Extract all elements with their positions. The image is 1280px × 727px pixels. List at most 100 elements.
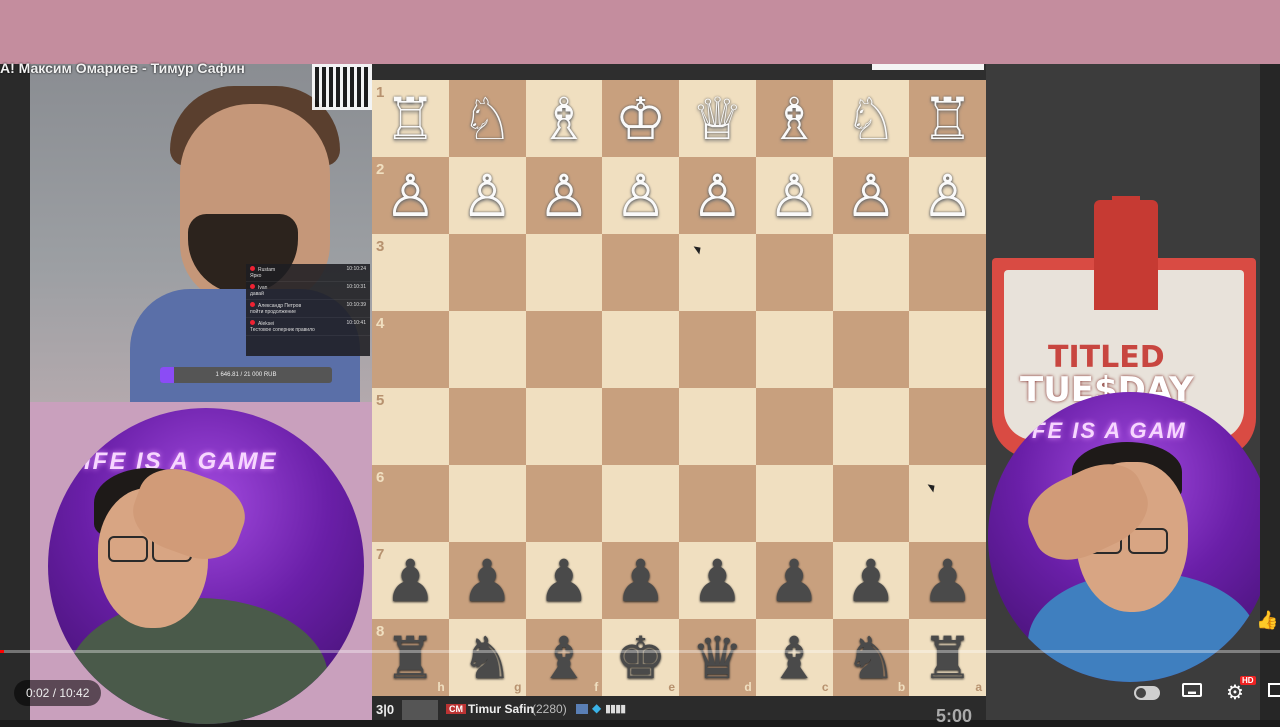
board-square[interactable]: ♙	[602, 157, 679, 234]
white-queen-icon[interactable]: ♕	[691, 90, 743, 148]
black-pawn-icon[interactable]: ♟	[461, 552, 513, 610]
white-pawn-icon[interactable]: ♙	[845, 167, 897, 225]
board-square[interactable]: ♟	[525, 542, 603, 619]
board-square[interactable]	[909, 465, 986, 542]
white-pawn-icon[interactable]: ♙	[384, 167, 436, 225]
board-square[interactable]	[602, 311, 679, 388]
board-square[interactable]: b ♞	[832, 619, 910, 696]
black-king-icon[interactable]: ♚	[615, 629, 667, 687]
board-square[interactable]: ♟	[909, 542, 986, 619]
board-square[interactable]: f ♝	[525, 619, 603, 696]
board-square[interactable]	[832, 234, 910, 311]
white-bishop-icon[interactable]: ♗	[768, 90, 820, 148]
chess-board[interactable]: 1 ♖ ♘ ♗ ♔ ♕ ♗ ♘ ♖ 2 ♙ ♙ ♙ ♙ ♙ ♙ ♙ ♙ 3 4 5 6 7 ♟ ♟ ♟ ♟ ♟ ♟ ♟ ♟ 8 h ♜ g ♞ f ♝ e ♚…	[372, 80, 986, 696]
board-square[interactable]	[832, 311, 910, 388]
black-bishop-icon[interactable]: ♝	[538, 629, 590, 687]
white-rook-icon[interactable]: ♖	[384, 90, 436, 148]
black-pawn-icon[interactable]: ♟	[615, 552, 667, 610]
board-square[interactable]	[448, 311, 526, 388]
board-square[interactable]: ♙	[679, 157, 756, 234]
board-square[interactable]: ♟	[755, 542, 833, 619]
board-square[interactable]: ♘	[832, 80, 910, 157]
board-square[interactable]	[602, 388, 679, 465]
board-square[interactable]: 8 h ♜	[372, 619, 449, 696]
black-bishop-icon[interactable]: ♝	[768, 629, 820, 687]
board-square[interactable]: ♙	[448, 157, 526, 234]
board-square[interactable]: d ♛	[679, 619, 756, 696]
black-knight-icon[interactable]: ♞	[845, 629, 897, 687]
board-square[interactable]	[602, 234, 679, 311]
black-rook-icon[interactable]: ♜	[384, 629, 436, 687]
board-square[interactable]: a ♜	[909, 619, 986, 696]
player-name[interactable]: Timur Safin	[468, 702, 534, 716]
board-square[interactable]: ♗	[525, 80, 603, 157]
board-square[interactable]: ♟	[602, 542, 679, 619]
board-square[interactable]: ♗	[755, 80, 833, 157]
board-square[interactable]	[755, 465, 833, 542]
video-progress-bar[interactable]	[0, 650, 1280, 653]
board-square[interactable]: ♕	[679, 80, 756, 157]
board-square[interactable]	[448, 388, 526, 465]
board-square[interactable]: ♙	[755, 157, 833, 234]
white-knight-icon[interactable]: ♘	[845, 90, 897, 148]
board-square[interactable]: e ♚	[602, 619, 679, 696]
board-square[interactable]	[909, 234, 986, 311]
board-square[interactable]: ♟	[448, 542, 526, 619]
board-square[interactable]: 3	[372, 234, 449, 311]
black-rook-icon[interactable]: ♜	[922, 629, 974, 687]
board-square[interactable]	[755, 311, 833, 388]
board-square[interactable]: ♙	[525, 157, 603, 234]
subtitles-icon[interactable]: ▬	[1182, 683, 1202, 697]
board-square[interactable]	[525, 311, 603, 388]
board-square[interactable]	[832, 388, 910, 465]
board-square[interactable]: 7 ♟	[372, 542, 449, 619]
board-square[interactable]	[525, 388, 603, 465]
autoplay-toggle[interactable]	[1134, 686, 1160, 700]
white-pawn-icon[interactable]: ♙	[768, 167, 820, 225]
miniplayer-icon[interactable]	[1268, 683, 1280, 697]
board-square[interactable]	[679, 465, 756, 542]
board-square[interactable]: g ♞	[448, 619, 526, 696]
board-square[interactable]: ♙	[832, 157, 910, 234]
board-square[interactable]	[448, 234, 526, 311]
board-square[interactable]	[525, 465, 603, 542]
board-square[interactable]	[679, 234, 756, 311]
board-square[interactable]	[679, 388, 756, 465]
board-square[interactable]: 2 ♙	[372, 157, 449, 234]
white-knight-icon[interactable]: ♘	[461, 90, 513, 148]
board-square[interactable]: 5	[372, 388, 449, 465]
black-pawn-icon[interactable]: ♟	[691, 552, 743, 610]
white-pawn-icon[interactable]: ♙	[691, 167, 743, 225]
board-square[interactable]: ♘	[448, 80, 526, 157]
like-icon[interactable]: 👍	[1256, 610, 1278, 631]
board-square[interactable]	[832, 465, 910, 542]
black-pawn-icon[interactable]: ♟	[845, 552, 897, 610]
white-pawn-icon[interactable]: ♙	[922, 167, 974, 225]
board-square[interactable]: ♟	[832, 542, 910, 619]
black-pawn-icon[interactable]: ♟	[538, 552, 590, 610]
board-square[interactable]	[755, 388, 833, 465]
board-square[interactable]: 1 ♖	[372, 80, 449, 157]
board-square[interactable]: ♟	[679, 542, 756, 619]
board-square[interactable]: c ♝	[755, 619, 833, 696]
board-square[interactable]	[602, 465, 679, 542]
white-pawn-icon[interactable]: ♙	[538, 167, 590, 225]
board-square[interactable]	[679, 311, 756, 388]
black-pawn-icon[interactable]: ♟	[922, 552, 974, 610]
board-square[interactable]: ♙	[909, 157, 986, 234]
white-rook-icon[interactable]: ♖	[922, 90, 974, 148]
white-king-icon[interactable]: ♔	[615, 90, 667, 148]
black-knight-icon[interactable]: ♞	[461, 629, 513, 687]
board-square[interactable]: 4	[372, 311, 449, 388]
board-square[interactable]	[755, 234, 833, 311]
black-pawn-icon[interactable]: ♟	[384, 552, 436, 610]
board-square[interactable]	[909, 388, 986, 465]
board-square[interactable]: ♖	[909, 80, 986, 157]
black-queen-icon[interactable]: ♛	[691, 629, 743, 687]
board-square[interactable]: ♔	[602, 80, 679, 157]
white-pawn-icon[interactable]: ♙	[461, 167, 513, 225]
board-square[interactable]	[909, 311, 986, 388]
board-square[interactable]	[525, 234, 603, 311]
black-pawn-icon[interactable]: ♟	[768, 552, 820, 610]
board-square[interactable]	[448, 465, 526, 542]
